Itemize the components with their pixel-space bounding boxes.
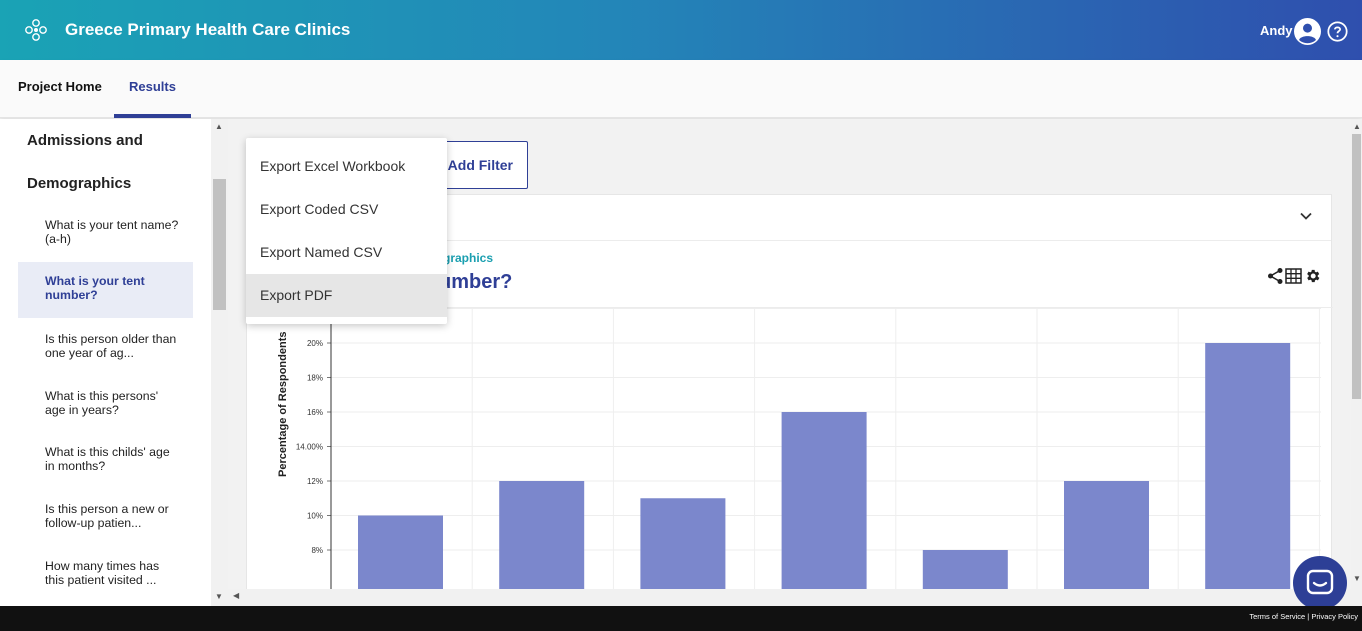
chart-bar (1064, 481, 1149, 606)
sidebar-item-tent-number[interactable]: What is your tent number? (18, 262, 193, 318)
sidebar-scroll-thumb[interactable] (213, 179, 226, 310)
y-tick-label: 18% (307, 374, 323, 383)
help-icon[interactable] (1327, 21, 1348, 42)
chart-bar (499, 481, 585, 606)
main-scroll-down-icon[interactable]: ▼ (1353, 574, 1361, 583)
export-named-csv-item[interactable]: Export Named CSV (246, 231, 447, 274)
y-axis-title: Percentage of Respondents (277, 331, 289, 477)
app-title: Greece Primary Health Care Clinics (65, 20, 351, 39)
gear-icon[interactable] (1304, 267, 1321, 285)
y-tick-label: 14.00% (296, 443, 323, 452)
sidebar-item-visit-count[interactable]: How many times has this patient visited … (18, 547, 193, 587)
sidebar-item-new-followup[interactable]: Is this person a new or follow-up patien… (18, 490, 193, 530)
top-nav: Project Home Results (0, 60, 1362, 118)
sidebar-item-age-years[interactable]: What is this persons' age in years? (18, 377, 193, 417)
footer-links[interactable]: Terms of Service | Privacy Policy (1249, 612, 1358, 621)
user-name[interactable]: Andy (1260, 23, 1293, 38)
horizontal-scrollbar[interactable] (228, 589, 1351, 606)
y-tick-label: 10% (307, 512, 323, 521)
question-sidebar: Admissions and Demographics What is your… (0, 119, 228, 606)
y-tick-label: 12% (307, 477, 323, 486)
scroll-down-arrow-icon[interactable]: ▼ (215, 592, 223, 601)
main-scroll-thumb[interactable] (1352, 134, 1361, 399)
export-pdf-item[interactable]: Export PDF (246, 274, 447, 317)
main-scroll-up-icon[interactable]: ▲ (1353, 122, 1361, 131)
footer: Terms of Service | Privacy Policy (0, 606, 1362, 631)
scroll-left-arrow-icon[interactable]: ◀ (233, 591, 239, 600)
app-header: Greece Primary Health Care Clinics Andy (0, 0, 1362, 60)
tab-project-home[interactable]: Project Home (18, 60, 102, 118)
logo-icon (25, 19, 47, 41)
chart-bar (1205, 343, 1291, 606)
sidebar-item-tent-name[interactable]: What is your tent name? (a-h) (18, 206, 193, 246)
export-coded-csv-item[interactable]: Export Coded CSV (246, 188, 447, 231)
chart-area: 22%20%18%16%14.00%12%10%8% (247, 305, 1333, 606)
user-avatar-icon[interactable] (1294, 18, 1321, 45)
chat-launcher-button[interactable] (1293, 556, 1347, 610)
chevron-down-icon[interactable] (1299, 209, 1313, 223)
y-tick-label: 16% (307, 408, 323, 417)
chart-bar (781, 412, 867, 606)
sidebar-item-age-months[interactable]: What is this childs' age in months? (18, 433, 193, 473)
bar-chart: 22%20%18%16%14.00%12%10%8% (296, 305, 1321, 606)
y-tick-label: 8% (311, 546, 323, 555)
share-icon[interactable] (1267, 267, 1284, 285)
sidebar-item-older-than-one[interactable]: Is this person older than one year of ag… (18, 320, 193, 360)
sidebar-section-demographics[interactable]: Demographics (27, 175, 131, 192)
export-menu: Export Excel Workbook Export Coded CSV E… (246, 138, 447, 324)
scroll-up-arrow-icon[interactable]: ▲ (215, 122, 223, 131)
add-filter-button[interactable]: Add Filter (438, 141, 528, 189)
tab-results[interactable]: Results (114, 60, 191, 118)
chat-icon (1306, 569, 1334, 595)
y-tick-label: 20% (307, 339, 323, 348)
question-title: umber? (439, 271, 513, 293)
export-excel-item[interactable]: Export Excel Workbook (246, 145, 447, 188)
sidebar-section-admissions[interactable]: Admissions and (27, 132, 143, 149)
table-view-icon[interactable] (1285, 267, 1302, 285)
question-category: graphics (443, 251, 494, 265)
